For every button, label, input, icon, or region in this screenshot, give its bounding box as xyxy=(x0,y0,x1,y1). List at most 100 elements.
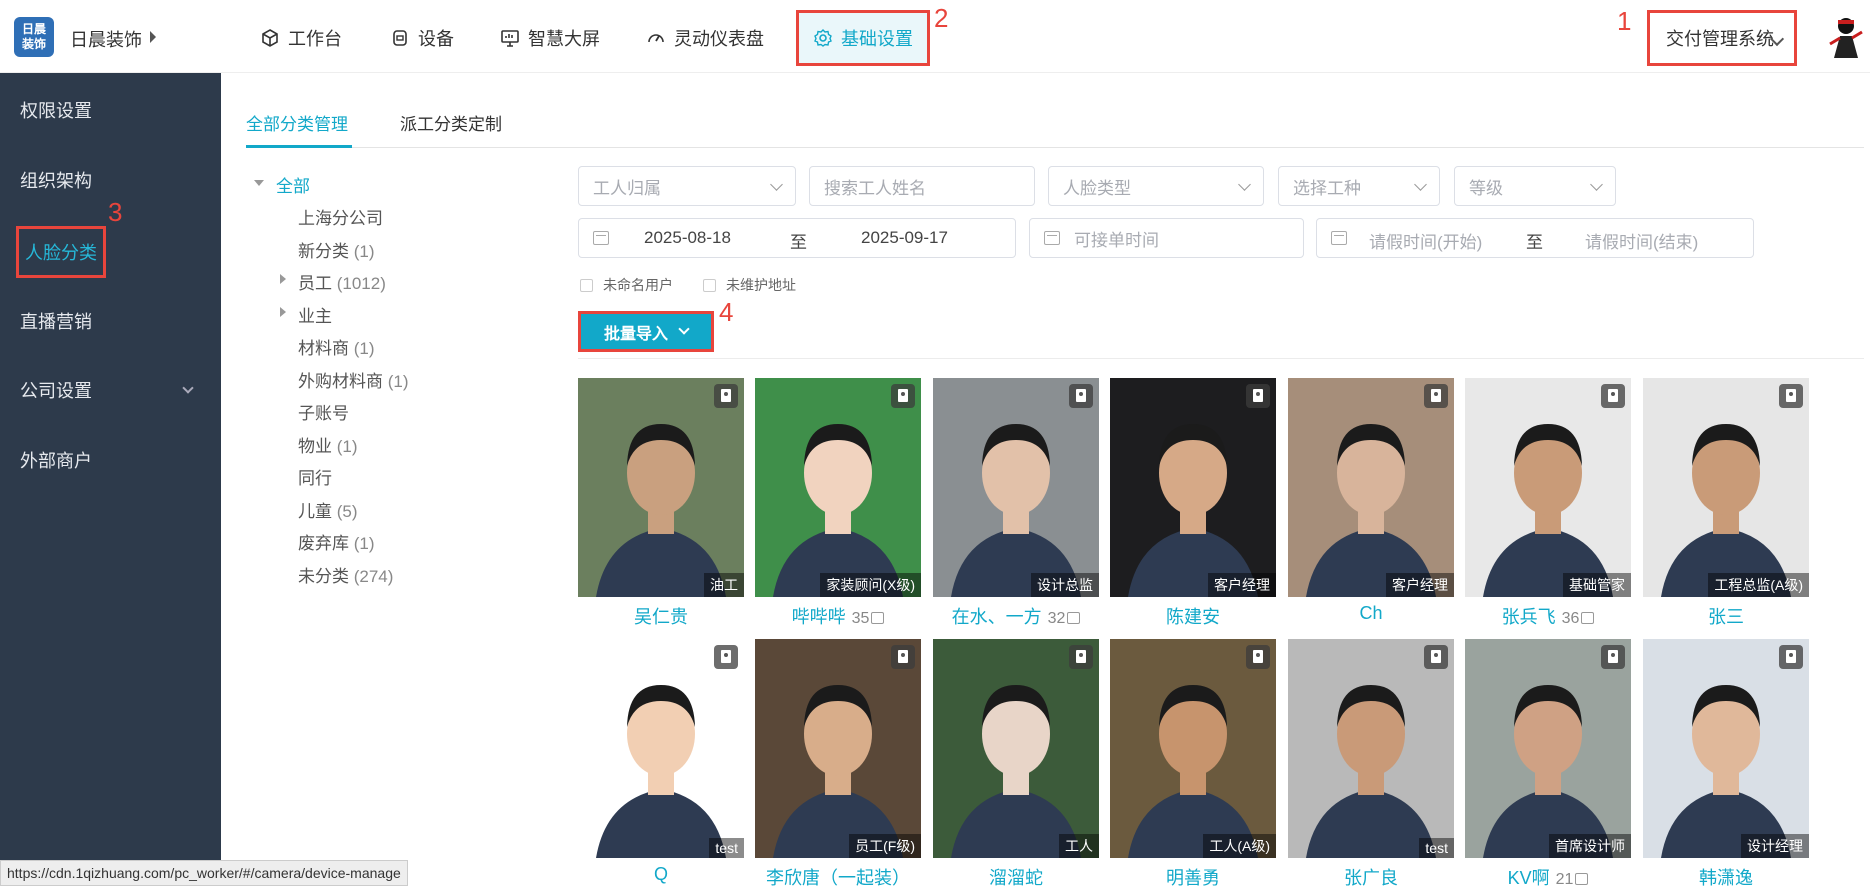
worker-name[interactable]: 吴仁贵 xyxy=(634,607,688,627)
worker-name[interactable]: 张广良 xyxy=(1344,868,1398,888)
card-name-row[interactable]: 张兵飞 36 xyxy=(1465,603,1631,629)
sidebar-item-permissions[interactable]: 权限设置 xyxy=(20,97,92,123)
nav-device[interactable]: 设备 xyxy=(378,18,466,58)
brand-name[interactable]: 日晨装饰 xyxy=(70,26,142,52)
id-card-icon[interactable] xyxy=(1246,645,1270,669)
tree-node[interactable]: 业主 xyxy=(298,302,332,327)
face-photo[interactable]: 工人 xyxy=(933,639,1099,858)
tree-node[interactable]: 儿童 (5) xyxy=(298,497,358,522)
id-card-icon[interactable] xyxy=(714,384,738,408)
worker-name-search-input[interactable]: 搜索工人姓名 xyxy=(809,166,1035,206)
worker-name[interactable]: 张三 xyxy=(1708,607,1744,627)
card-name-row[interactable]: 李欣唐（一起装） xyxy=(755,864,921,890)
card-name-row[interactable]: Q xyxy=(578,864,744,885)
id-card-icon[interactable] xyxy=(1779,645,1803,669)
worker-name[interactable]: 溜溜蛇 xyxy=(989,868,1043,888)
face-photo[interactable]: 设计经理 xyxy=(1643,639,1809,858)
system-select[interactable]: 交付管理系统 xyxy=(1647,10,1797,66)
tree-node[interactable]: 材料商 (1) xyxy=(298,334,375,359)
tab-dispatch-custom[interactable]: 派工分类定制 xyxy=(400,110,502,135)
face-photo[interactable]: 工程总监(A级) xyxy=(1643,378,1809,597)
tree-node[interactable]: 员工 (1012) xyxy=(298,269,386,294)
card-name-row[interactable]: 陈建安 xyxy=(1110,603,1276,629)
tree-node[interactable]: 废弃库 (1) xyxy=(298,529,375,554)
nav-basic-settings[interactable]: 基础设置 xyxy=(796,10,930,66)
sidebar-item-organization[interactable]: 组织架构 xyxy=(20,167,92,193)
id-card-icon[interactable] xyxy=(891,384,915,408)
tree-node[interactable]: 上海分公司 xyxy=(298,204,383,229)
tree-node[interactable]: 物业 (1) xyxy=(298,432,358,457)
tree-node[interactable]: 同行 xyxy=(298,464,332,489)
id-card-icon[interactable] xyxy=(1601,384,1625,408)
face-photo[interactable]: 工人(A级) xyxy=(1110,639,1276,858)
nav-workbench[interactable]: 工作台 xyxy=(248,18,354,58)
id-card-icon[interactable] xyxy=(891,645,915,669)
worker-name[interactable]: 张兵飞 xyxy=(1502,607,1556,627)
caret-right-icon[interactable] xyxy=(280,274,286,284)
nav-dashboard[interactable]: 灵动仪表盘 xyxy=(634,18,776,58)
face-photo[interactable]: 客户经理 xyxy=(1110,378,1276,597)
card-name-row[interactable]: 韩潇逸 xyxy=(1643,864,1809,890)
unnamed-users-checkbox[interactable]: 未命名用户 xyxy=(580,275,673,295)
id-card-icon[interactable] xyxy=(1069,645,1093,669)
batch-import-button[interactable]: 批量导入 xyxy=(578,311,714,352)
worker-name[interactable]: 陈建安 xyxy=(1166,607,1220,627)
caret-down-icon[interactable] xyxy=(254,180,264,186)
id-card-icon[interactable] xyxy=(1601,645,1625,669)
available-time-picker[interactable]: 可接单时间 xyxy=(1029,218,1304,258)
card-name-row[interactable]: Ch xyxy=(1288,603,1454,624)
caret-right-icon[interactable] xyxy=(280,307,286,317)
caret-right-icon[interactable] xyxy=(150,31,156,43)
card-name-row[interactable]: 在水、一方 32 xyxy=(933,603,1099,629)
sidebar-item-external-merchants[interactable]: 外部商户 xyxy=(20,447,92,473)
level-select[interactable]: 等级 xyxy=(1454,166,1616,206)
face-photo[interactable]: 设计总监 xyxy=(933,378,1099,597)
worker-name[interactable]: Q xyxy=(654,864,668,884)
tree-node[interactable]: 新分类 (1) xyxy=(298,237,375,262)
card-name-row[interactable]: 明善勇 xyxy=(1110,864,1276,890)
sidebar-item-face-category[interactable]: 人脸分类 xyxy=(16,226,106,278)
date-start-value[interactable]: 2025-08-18 xyxy=(644,228,731,248)
card-name-row[interactable]: 吴仁贵 xyxy=(578,603,744,629)
work-type-select[interactable]: 选择工种 xyxy=(1278,166,1440,206)
sidebar-item-company-settings[interactable]: 公司设置 xyxy=(20,377,92,403)
worker-name[interactable]: 在水、一方 xyxy=(952,607,1042,627)
worker-name[interactable]: KV啊 xyxy=(1508,868,1550,888)
date-end-value[interactable]: 2025-09-17 xyxy=(861,228,948,248)
id-card-icon[interactable] xyxy=(1069,384,1093,408)
leave-end-placeholder[interactable]: 请假时间(结束) xyxy=(1585,228,1698,253)
card-name-row[interactable]: KV啊 21 xyxy=(1465,864,1631,890)
card-name-row[interactable]: 溜溜蛇 xyxy=(933,864,1099,890)
face-photo[interactable]: 首席设计师 xyxy=(1465,639,1631,858)
tree-node[interactable]: 未分类 (274) xyxy=(298,562,393,587)
face-photo[interactable]: 客户经理 xyxy=(1288,378,1454,597)
face-photo[interactable]: 家装顾问(X级) xyxy=(755,378,921,597)
nav-smart-screen[interactable]: 智慧大屏 xyxy=(488,18,612,58)
tree-node[interactable]: 外购材料商 (1) xyxy=(298,367,409,392)
company-logo[interactable]: 日晨 装饰 xyxy=(14,17,54,57)
face-photo[interactable]: test xyxy=(1288,639,1454,858)
face-photo[interactable]: 基础管家 xyxy=(1465,378,1631,597)
tree-node[interactable]: 子账号 xyxy=(298,399,349,424)
id-card-icon[interactable] xyxy=(714,645,738,669)
face-photo[interactable]: 员工(F级) xyxy=(755,639,921,858)
worker-belong-select[interactable]: 工人归属 xyxy=(578,166,796,206)
face-photo[interactable]: 油工 xyxy=(578,378,744,597)
no-address-checkbox[interactable]: 未维护地址 xyxy=(703,275,796,295)
worker-name[interactable]: 哔哔哔 xyxy=(792,607,846,627)
card-name-row[interactable]: 哔哔哔 35 xyxy=(755,603,921,629)
sidebar-item-live-marketing[interactable]: 直播营销 xyxy=(20,308,92,334)
card-name-row[interactable]: 张广良 xyxy=(1288,864,1454,890)
leave-start-placeholder[interactable]: 请假时间(开始) xyxy=(1369,228,1482,253)
card-name-row[interactable]: 张三 xyxy=(1643,603,1809,629)
id-card-icon[interactable] xyxy=(1424,384,1448,408)
face-photo[interactable]: test xyxy=(578,639,744,858)
tree-root[interactable]: 全部 xyxy=(276,172,310,197)
id-card-icon[interactable] xyxy=(1779,384,1803,408)
worker-name[interactable]: 李欣唐（一起装） xyxy=(766,868,910,888)
id-card-icon[interactable] xyxy=(1246,384,1270,408)
tab-all-categories[interactable]: 全部分类管理 xyxy=(246,110,348,135)
user-avatar[interactable] xyxy=(1826,14,1866,60)
face-type-select[interactable]: 人脸类型 xyxy=(1048,166,1264,206)
id-card-icon[interactable] xyxy=(1424,645,1448,669)
